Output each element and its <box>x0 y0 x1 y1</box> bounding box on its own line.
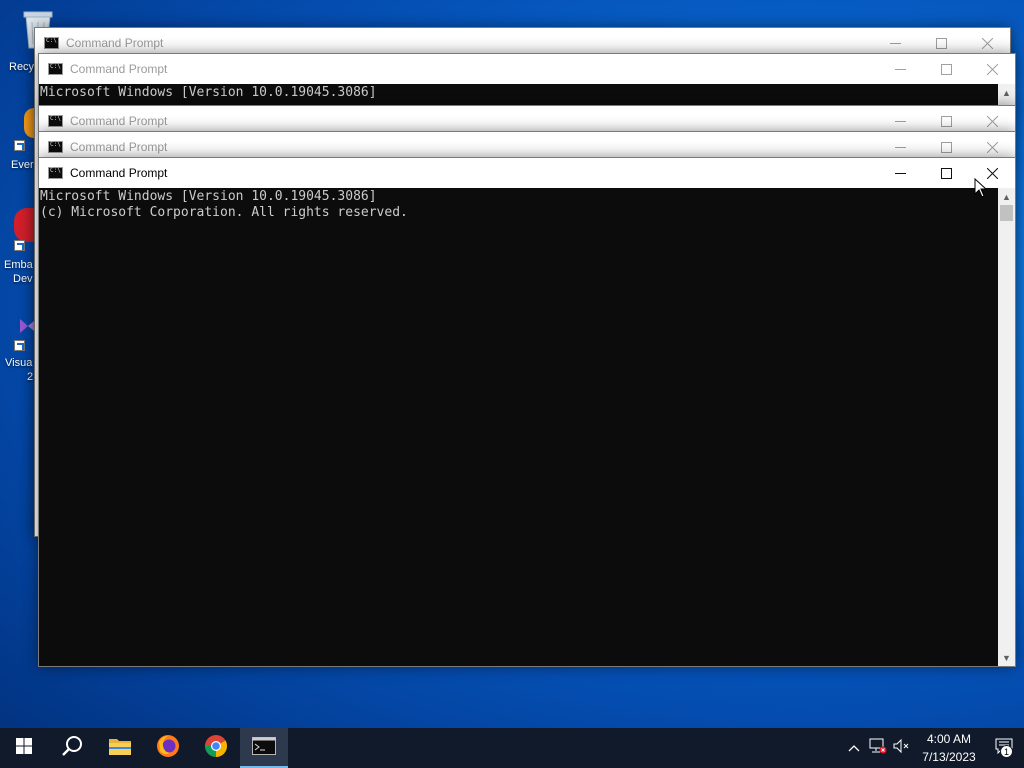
vertical-scrollbar[interactable]: ▲ ▼ <box>998 188 1015 666</box>
command-prompt-window-active[interactable]: Command Prompt Microsoft Windows [Versio… <box>38 157 1016 667</box>
window-titlebar[interactable]: Command Prompt <box>39 158 1015 188</box>
chrome-icon <box>204 734 228 763</box>
desktop-icon-label-line2: 2 <box>27 371 34 383</box>
command-prompt-icon <box>252 736 276 760</box>
scroll-down-icon[interactable]: ▼ <box>998 649 1015 666</box>
network-icon <box>869 738 887 759</box>
notification-badge: 1 <box>1000 745 1013 758</box>
desktop-icon-label: Ever <box>11 159 34 171</box>
volume-button[interactable] <box>890 728 914 768</box>
desktop-icon-label-line2: Dev <box>13 273 33 285</box>
shortcut-arrow-icon <box>14 140 25 151</box>
command-prompt-icon <box>48 63 63 75</box>
system-tray: 4:00 AM 7/13/2023 1 <box>842 728 1024 768</box>
command-prompt-icon <box>48 167 63 179</box>
show-hidden-icons-button[interactable] <box>842 728 866 768</box>
volume-muted-icon <box>893 738 911 759</box>
desktop-icon-label: Visua <box>5 357 33 369</box>
mouse-cursor-icon <box>974 177 988 203</box>
window-title: Command Prompt <box>66 36 164 50</box>
window-title: Command Prompt <box>70 62 168 76</box>
desktop-icon-label: Emba <box>4 259 33 271</box>
console-output[interactable]: Microsoft Windows [Version 10.0.19045.30… <box>39 188 998 666</box>
shortcut-arrow-icon <box>14 240 25 251</box>
taskbar-clock[interactable]: 4:00 AM 7/13/2023 <box>914 730 984 766</box>
scrollbar-thumb[interactable] <box>1000 205 1013 221</box>
scroll-up-icon[interactable]: ▲ <box>998 84 1015 101</box>
search-button[interactable] <box>48 728 96 768</box>
maximize-button[interactable] <box>923 54 969 84</box>
window-titlebar[interactable]: Command Prompt <box>39 54 1015 84</box>
start-icon <box>16 737 32 759</box>
taskbar-chrome[interactable] <box>192 728 240 768</box>
command-prompt-window[interactable]: Command Prompt Microsoft Windows [Versio… <box>38 53 1016 113</box>
close-button[interactable] <box>969 54 1015 84</box>
minimize-button[interactable] <box>877 54 923 84</box>
firefox-icon <box>156 734 180 763</box>
taskbar-command-prompt[interactable] <box>240 728 288 768</box>
taskbar: 4:00 AM 7/13/2023 1 <box>0 728 1024 768</box>
command-prompt-icon <box>44 37 59 49</box>
command-prompt-icon <box>48 115 63 127</box>
taskbar-file-explorer[interactable] <box>96 728 144 768</box>
scroll-up-icon[interactable]: ▲ <box>998 188 1015 205</box>
chevron-up-icon <box>848 739 860 757</box>
minimize-button[interactable] <box>877 158 923 188</box>
start-button[interactable] <box>0 728 48 768</box>
taskbar-firefox[interactable] <box>144 728 192 768</box>
shortcut-arrow-icon <box>14 340 25 351</box>
window-title: Command Prompt <box>70 114 168 128</box>
maximize-button[interactable] <box>923 158 969 188</box>
search-icon <box>61 735 83 762</box>
action-center-button[interactable]: 1 <box>984 728 1024 768</box>
clock-time: 4:00 AM <box>926 732 972 746</box>
window-title: Command Prompt <box>70 166 168 180</box>
network-button[interactable] <box>866 728 890 768</box>
file-explorer-icon <box>108 736 132 761</box>
window-title: Command Prompt <box>70 140 168 154</box>
command-prompt-icon <box>48 141 63 153</box>
clock-date: 7/13/2023 <box>922 750 976 764</box>
